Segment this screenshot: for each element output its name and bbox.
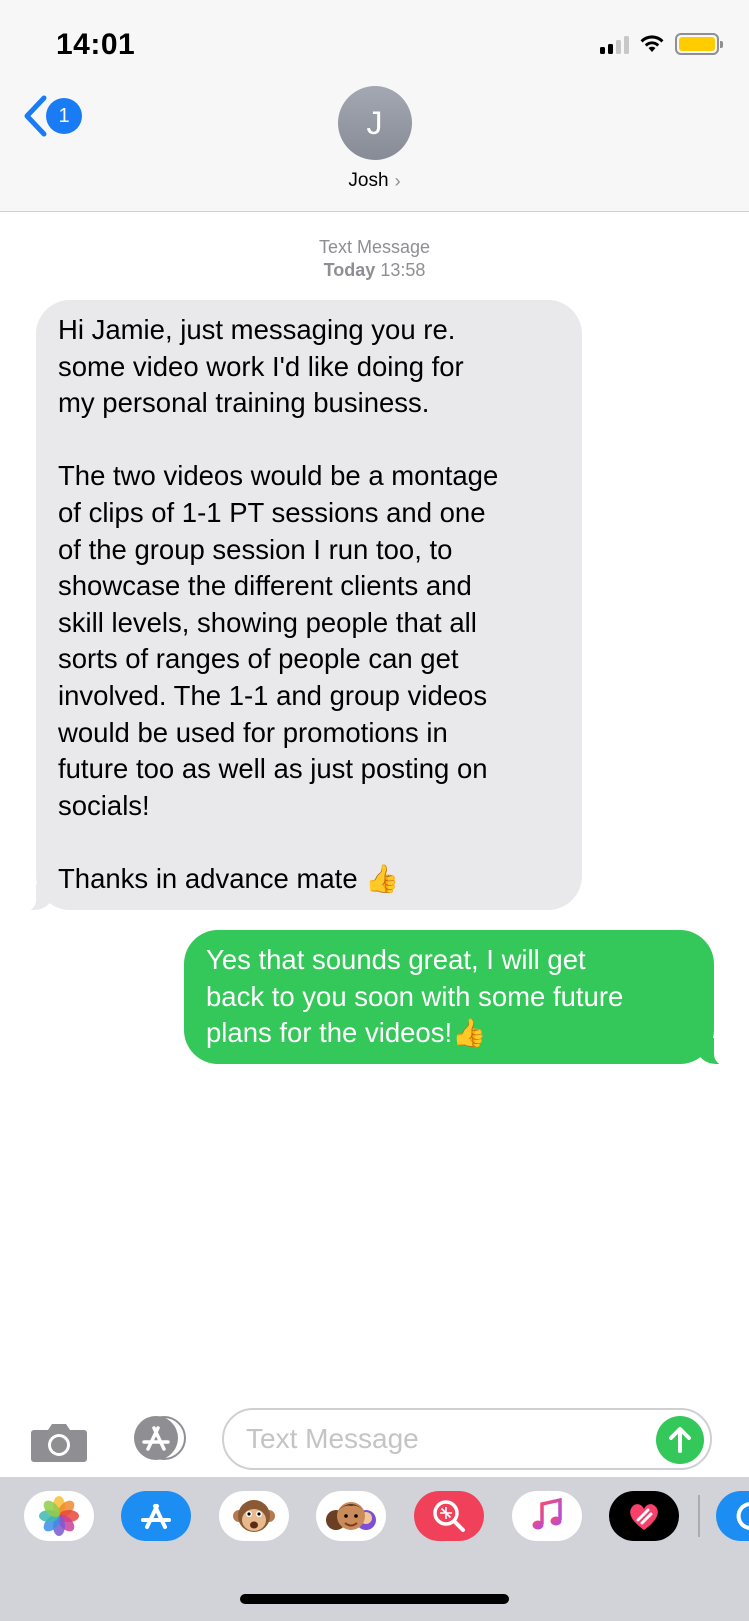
message-input-bar <box>0 1402 749 1477</box>
status-time: 14:01 <box>56 28 136 61</box>
images-search-icon <box>433 1500 465 1532</box>
memoji-app-button[interactable] <box>316 1491 386 1541</box>
animoji-icon <box>233 1500 275 1532</box>
digital-touch-app-button[interactable] <box>609 1491 679 1541</box>
date-time-label: Today 13:58 <box>0 259 749 282</box>
images-app-button[interactable] <box>414 1491 484 1541</box>
app-store-icon <box>134 1416 186 1460</box>
conversation-header: 14:01 1 J Josh › <box>0 0 749 212</box>
more-apps-icon <box>736 1502 749 1530</box>
message-text-field[interactable] <box>222 1408 712 1470</box>
message-timestamp: Text Message Today 13:58 <box>0 236 749 282</box>
camera-icon <box>31 1424 87 1462</box>
received-message-bubble[interactable]: Hi Jamie, just messaging you re. some vi… <box>14 300 582 911</box>
avatar: J <box>337 86 412 160</box>
app-store-icon <box>141 1504 171 1529</box>
photos-app-button[interactable] <box>24 1491 94 1541</box>
arrow-up-icon <box>669 1427 691 1453</box>
time-label: 13:58 <box>380 260 426 280</box>
music-icon <box>532 1497 562 1530</box>
contact-info-button[interactable]: J Josh › <box>0 86 749 192</box>
memoji-icon <box>326 1502 376 1530</box>
music-app-button[interactable] <box>512 1491 582 1541</box>
contact-name: Josh › <box>348 170 400 192</box>
more-apps-button[interactable] <box>716 1491 749 1541</box>
photos-icon <box>39 1496 79 1536</box>
animoji-app-button[interactable] <box>219 1491 289 1541</box>
battery-icon <box>675 33 723 55</box>
status-icons <box>600 32 723 56</box>
message-input[interactable] <box>246 1420 626 1458</box>
sent-message-bubble[interactable]: Yes that sounds great, I will get back t… <box>184 930 736 1066</box>
wifi-icon <box>640 35 664 52</box>
app-store-app-button[interactable] <box>121 1491 191 1541</box>
send-button[interactable] <box>656 1416 704 1464</box>
chevron-right-icon: › <box>394 170 401 191</box>
drawer-divider <box>698 1495 700 1537</box>
digital-touch-icon <box>630 1504 658 1530</box>
camera-button[interactable] <box>30 1422 88 1462</box>
cellular-signal-icon <box>600 34 629 54</box>
apps-button[interactable] <box>126 1416 192 1460</box>
contact-name-label: Josh <box>348 170 389 191</box>
home-indicator[interactable] <box>240 1594 509 1604</box>
service-label: Text Message <box>318 237 431 257</box>
date-label: Today <box>323 260 376 280</box>
